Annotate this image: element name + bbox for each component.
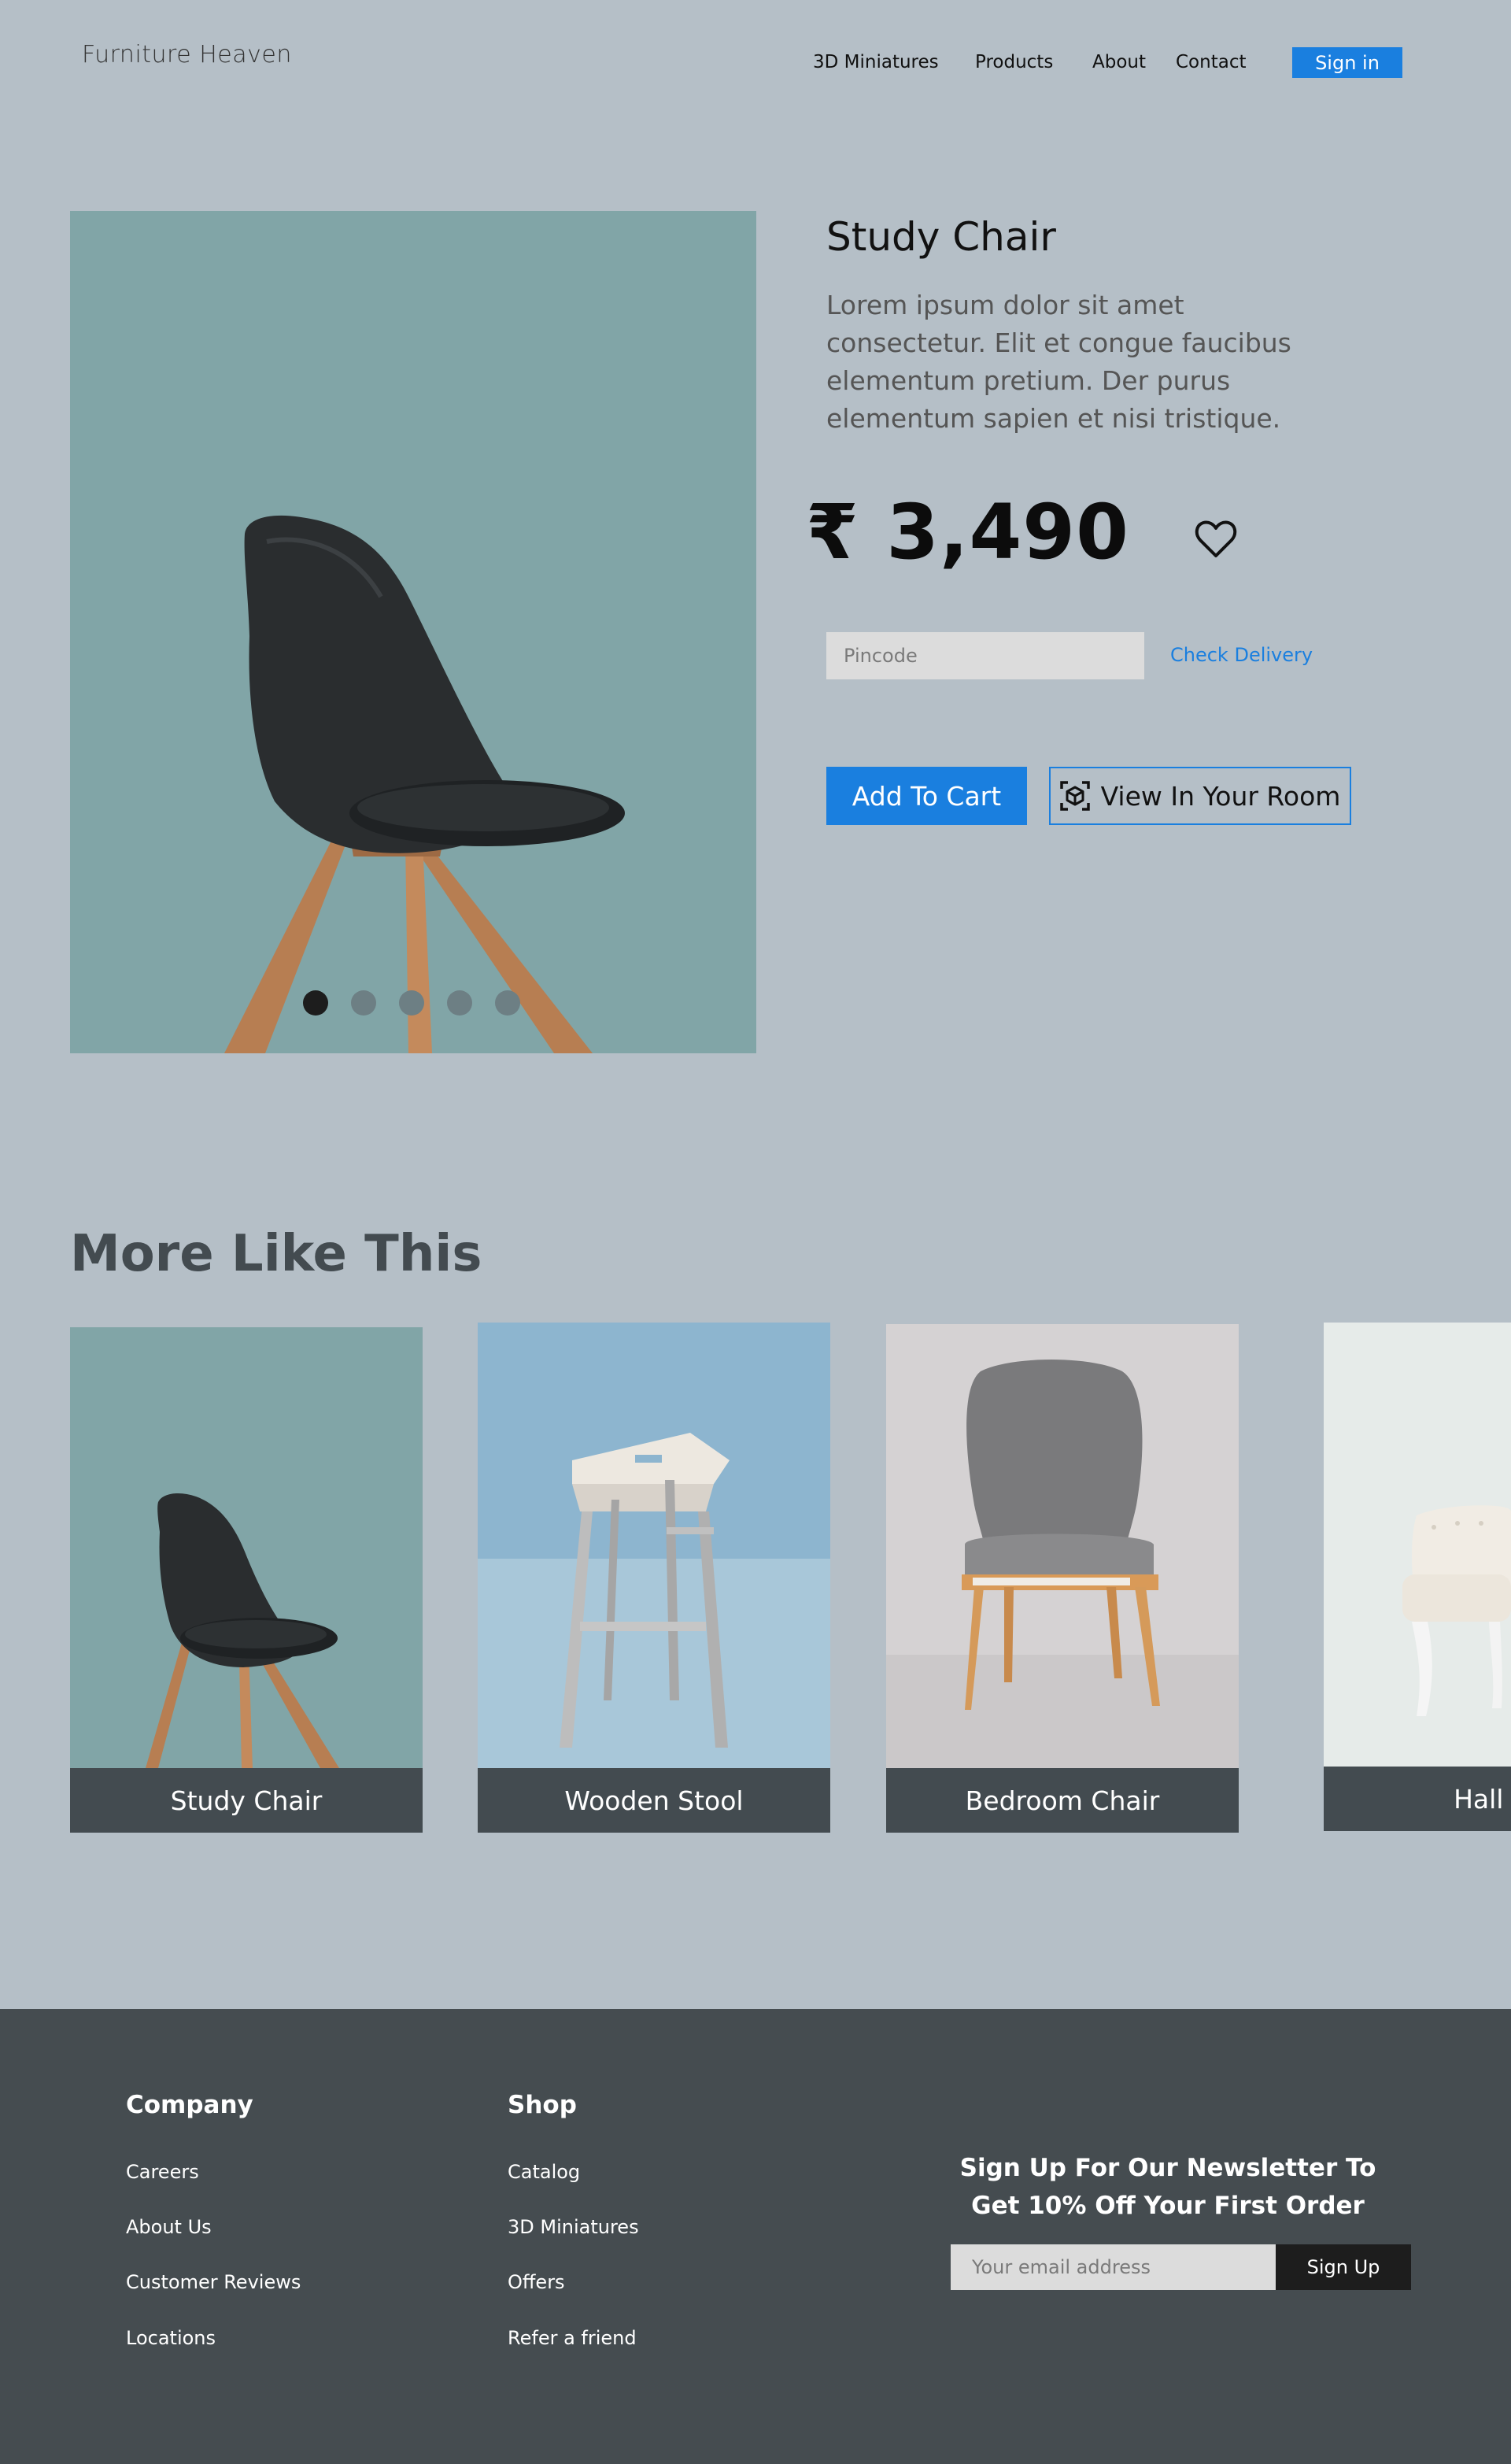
carousel-dot[interactable] [447,990,472,1016]
card-image [1324,1323,1511,1768]
product-title: Study Chair [826,214,1056,260]
product-image [70,211,756,1053]
nav-contact[interactable]: Contact [1176,52,1246,72]
carousel-dot[interactable] [399,990,424,1016]
footer-link-locations[interactable]: Locations [126,2327,216,2349]
nav-products[interactable]: Products [975,52,1053,72]
carousel-dots [303,990,520,1016]
carousel-dot[interactable] [303,990,328,1016]
footer [0,2009,1511,2464]
brand-logo[interactable]: Furniture Heaven [82,41,292,68]
footer-link-refer-a-friend[interactable]: Refer a friend [508,2327,637,2349]
card-label: Study Chair [70,1768,423,1833]
chair-illustration [224,515,625,1053]
product-price: ₹ 3,490 [806,488,1129,576]
view-in-room-button[interactable]: View In Your Room [1049,767,1351,825]
footer-company-heading: Company [126,2091,253,2119]
product-card[interactable]: Wooden Stool [478,1323,830,1833]
product-card[interactable]: Bedroom Chair [886,1324,1239,1833]
more-like-this-heading: More Like This [70,1225,482,1283]
card-label: Hall Ch [1324,1767,1511,1831]
carousel-dot[interactable] [351,990,376,1016]
footer-link-3d-miniatures[interactable]: 3D Miniatures [508,2216,639,2238]
product-card[interactable]: Hall Ch [1324,1323,1511,1831]
check-delivery-link[interactable]: Check Delivery [1170,644,1313,666]
product-description: Lorem ipsum dolor sit amet consectetur. … [826,290,1291,434]
newsletter-email-input[interactable] [951,2244,1276,2290]
signin-button[interactable]: Sign in [1292,47,1402,78]
nav-about[interactable]: About [1092,52,1146,72]
view-in-room-label: View In Your Room [1100,780,1341,812]
nav-3d-miniatures[interactable]: 3D Miniatures [813,52,939,72]
newsletter-signup-button[interactable]: Sign Up [1276,2244,1411,2290]
ar-cube-icon [1059,781,1090,811]
footer-link-catalog[interactable]: Catalog [508,2161,580,2183]
product-card[interactable]: Study Chair [70,1327,423,1833]
card-label: Bedroom Chair [886,1768,1239,1833]
footer-link-about-us[interactable]: About Us [126,2216,212,2238]
add-to-cart-button[interactable]: Add To Cart [826,767,1027,825]
newsletter-heading: Sign Up For Our Newsletter To Get 10% Of… [959,2154,1376,2220]
footer-link-careers[interactable]: Careers [126,2161,199,2183]
footer-link-offers[interactable]: Offers [508,2271,565,2293]
heart-icon[interactable] [1195,520,1237,559]
card-label: Wooden Stool [478,1768,830,1833]
card-image [478,1323,830,1771]
carousel-dot[interactable] [495,990,520,1016]
footer-link-customer-reviews[interactable]: Customer Reviews [126,2271,301,2293]
pincode-input[interactable] [826,632,1144,679]
footer-shop-heading: Shop [508,2091,577,2119]
card-image [886,1324,1239,1773]
card-image [70,1327,423,1768]
